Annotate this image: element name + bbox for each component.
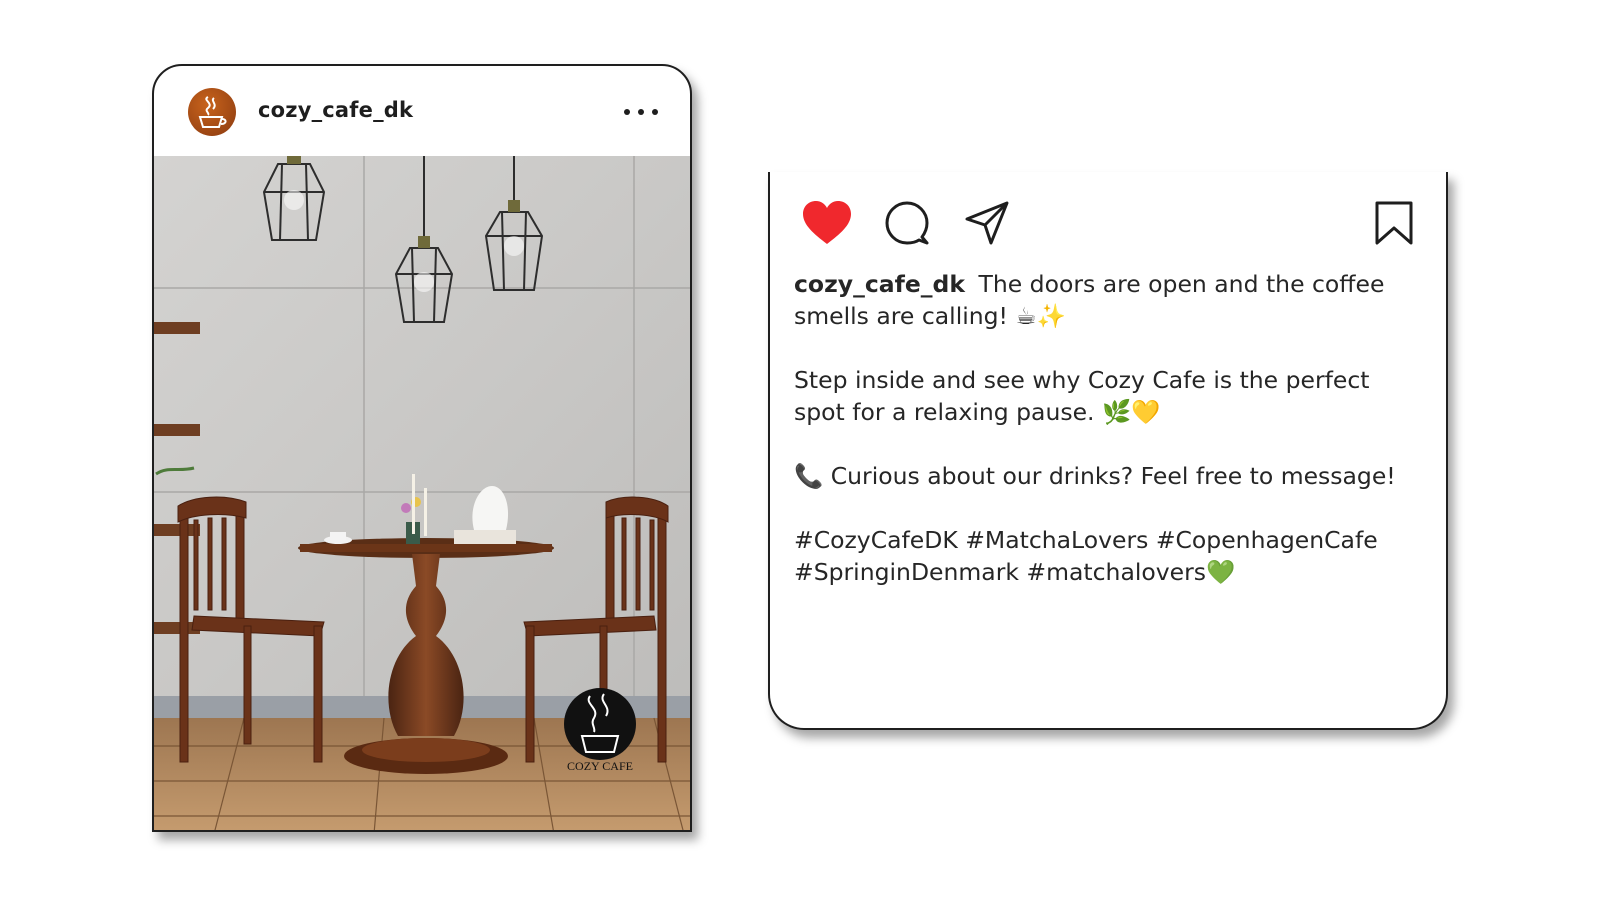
post-username[interactable]: cozy_cafe_dk (258, 98, 413, 122)
caption-card: cozy_cafe_dk The doors are open and the … (768, 172, 1448, 730)
caption-paragraph: 📞 Curious about our drinks? Feel free to… (794, 462, 1396, 490)
post-image[interactable]: COZY CAFE (154, 156, 690, 830)
caption-hashtags[interactable]: #CozyCafeDK #MatchaLovers #CopenhagenCaf… (794, 524, 1424, 588)
bookmark-icon[interactable] (1374, 200, 1414, 246)
coffee-cup-icon (198, 96, 227, 128)
paper-plane-icon[interactable] (964, 200, 1010, 246)
post-header: cozy_cafe_dk (154, 66, 690, 158)
more-options-icon[interactable] (624, 104, 660, 118)
cozy-cafe-watermark: COZY CAFE (567, 759, 633, 773)
caption-text: cozy_cafe_dk The doors are open and the … (794, 268, 1424, 620)
post-card: cozy_cafe_dk COZY CAFE (152, 64, 692, 832)
avatar[interactable] (188, 88, 236, 136)
comment-icon[interactable] (884, 200, 930, 246)
caption-username[interactable]: cozy_cafe_dk (794, 270, 965, 298)
cafe-interior-illustration: COZY CAFE (154, 156, 690, 830)
heart-icon[interactable] (802, 200, 852, 246)
caption-paragraph: cozy_cafe_dk The doors are open and the … (794, 268, 1424, 332)
caption-paragraph: Step inside and see why Cozy Cafe is the… (794, 366, 1370, 426)
